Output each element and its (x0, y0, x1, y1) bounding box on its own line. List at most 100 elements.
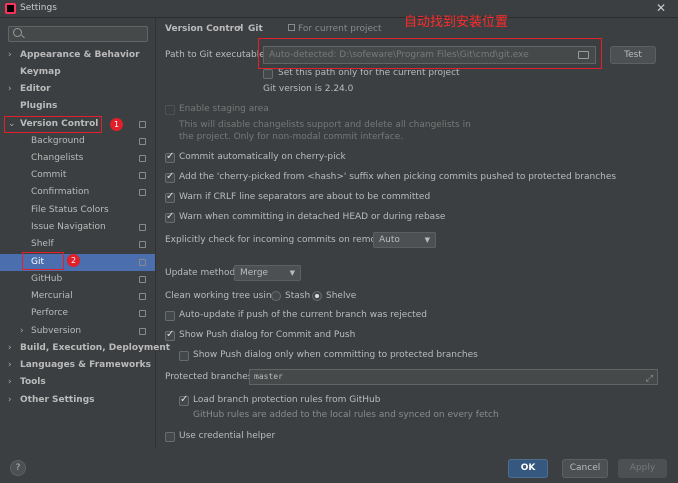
sidebar-item-confirmation[interactable]: Confirmation (0, 184, 155, 201)
sidebar-item-label: Confirmation (31, 187, 90, 197)
breadcrumb-separator: › (238, 23, 242, 33)
show-push-protected-label: Show Push dialog only when committing to… (193, 350, 478, 360)
sidebar-item-subversion[interactable]: › Subversion (0, 323, 155, 340)
expand-icon[interactable]: ⤢ (646, 372, 653, 386)
sidebar-item-label: Plugins (20, 101, 58, 111)
help-button[interactable]: ? (10, 460, 26, 476)
sidebar-item-label: Issue Navigation (31, 222, 106, 232)
stash-radio[interactable] (271, 291, 281, 301)
project-scope-icon (139, 310, 146, 317)
commit-cherry-pick-label: Commit automatically on cherry-pick (179, 152, 346, 162)
settings-search-input[interactable] (8, 26, 148, 42)
sidebar-item-other-settings[interactable]: › Other Settings (0, 392, 155, 409)
load-protection-label: Load branch protection rules from GitHub (193, 395, 381, 405)
path-label: Path to Git executable: (165, 50, 268, 60)
sidebar-item-label: Other Settings (20, 395, 95, 405)
commit-cherry-pick-checkbox[interactable] (165, 151, 175, 163)
chevron-right-icon: › (20, 326, 24, 336)
sidebar-item-plugins[interactable]: Plugins (0, 98, 155, 115)
sidebar-item-label: GitHub (31, 274, 63, 284)
sidebar-item-label: Editor (20, 84, 51, 94)
sidebar-item-file-status-colors[interactable]: File Status Colors (0, 202, 155, 219)
shelve-label: Shelve (326, 291, 357, 301)
cherry-suffix-label: Add the 'cherry-picked from <hash>' suff… (179, 172, 617, 182)
breadcrumb-git: Git (248, 24, 263, 34)
incoming-commits-value: Auto (379, 235, 400, 245)
annotation-badge-1: 1 (110, 118, 123, 131)
show-push-checkbox[interactable] (165, 329, 175, 341)
project-scope-icon (288, 24, 295, 31)
shelve-radio[interactable] (312, 291, 322, 301)
project-scope-icon (139, 241, 146, 248)
staging-desc-line2: the project. Only for non-modal commit i… (179, 132, 404, 142)
annotation-box-path (258, 38, 602, 69)
breadcrumb-version-control[interactable]: Version Control (165, 24, 243, 34)
credential-helper-checkbox[interactable] (165, 432, 175, 442)
project-scope-icon (139, 259, 146, 266)
chevron-right-icon: › (8, 343, 12, 353)
update-method-select[interactable]: Merge ▼ (234, 265, 301, 281)
set-path-only-checkbox[interactable] (263, 69, 273, 79)
sidebar-item-languages[interactable]: › Languages & Frameworks (0, 357, 155, 374)
sidebar-item-label: Changelists (31, 153, 84, 163)
incoming-commits-select[interactable]: Auto ▼ (373, 232, 436, 248)
scope-label: For current project (298, 24, 382, 34)
github-rules-desc: GitHub rules are added to the local rule… (193, 410, 499, 420)
project-scope-icon (139, 172, 146, 179)
protected-branches-label: Protected branches: (165, 372, 256, 382)
test-button[interactable]: Test (610, 46, 656, 64)
settings-sidebar: › Appearance & Behavior Keymap › Editor … (0, 18, 170, 448)
sidebar-item-appearance[interactable]: › Appearance & Behavior (0, 47, 155, 64)
auto-update-checkbox[interactable] (165, 311, 175, 321)
project-scope-icon (139, 276, 146, 283)
close-icon[interactable]: ✕ (656, 1, 666, 15)
sidebar-item-editor[interactable]: › Editor (0, 81, 155, 98)
annotation-box-git (22, 252, 64, 270)
apply-button[interactable]: Apply (618, 459, 667, 478)
sidebar-item-shelf[interactable]: Shelf (0, 236, 155, 253)
sidebar-item-label: Languages & Frameworks (20, 360, 152, 370)
staging-area-checkbox[interactable] (165, 105, 175, 115)
project-scope-icon (139, 189, 146, 196)
annotation-badge-2: 2 (67, 254, 80, 267)
sidebar-item-perforce[interactable]: Perforce (0, 305, 155, 322)
set-path-only-label: Set this path only for the current proje… (278, 68, 460, 78)
dropdown-arrow-icon: ▼ (289, 269, 295, 277)
protected-branches-input[interactable]: master ⤢ (249, 369, 658, 385)
sidebar-item-label: Build, Execution, Deployment (20, 343, 171, 353)
chevron-right-icon: › (8, 50, 12, 60)
cancel-button[interactable]: Cancel (562, 459, 608, 478)
show-push-label: Show Push dialog for Commit and Push (179, 330, 356, 340)
sidebar-item-label: Subversion (31, 326, 82, 336)
sidebar-item-mercurial[interactable]: Mercurial (0, 288, 155, 305)
sidebar-item-background[interactable]: Background (0, 133, 155, 150)
sidebar-item-label: Mercurial (31, 291, 73, 301)
credential-helper-label: Use credential helper (179, 431, 276, 441)
sidebar-item-label: File Status Colors (31, 205, 109, 215)
sidebar-item-issue-navigation[interactable]: Issue Navigation (0, 219, 155, 236)
sidebar-item-tools[interactable]: › Tools (0, 374, 155, 391)
auto-update-label: Auto-update if push of the current branc… (179, 310, 427, 320)
chevron-right-icon: › (8, 84, 12, 94)
warn-detached-label: Warn when committing in detached HEAD or… (179, 212, 446, 222)
ok-button[interactable]: OK (508, 459, 548, 478)
sidebar-item-build[interactable]: › Build, Execution, Deployment (0, 340, 170, 357)
project-scope-icon (139, 293, 146, 300)
warn-detached-checkbox[interactable] (165, 211, 175, 223)
sidebar-item-label: Commit (31, 170, 67, 180)
cherry-suffix-checkbox[interactable] (165, 171, 175, 183)
sidebar-item-commit[interactable]: Commit (0, 167, 155, 184)
sidebar-item-github[interactable]: GitHub (0, 271, 155, 288)
sidebar-item-changelists[interactable]: Changelists (0, 150, 155, 167)
sidebar-item-keymap[interactable]: Keymap (0, 64, 155, 81)
project-scope-icon (139, 155, 146, 162)
annotation-text: 自动找到安装位置 (404, 15, 509, 30)
show-push-protected-checkbox[interactable] (179, 351, 189, 361)
sidebar-item-label: Keymap (20, 67, 61, 77)
staging-desc-line1: This will disable changelists support an… (179, 120, 471, 130)
warn-crlf-checkbox[interactable] (165, 191, 175, 203)
staging-area-label: Enable staging area (179, 104, 269, 114)
sidebar-item-label: Background (31, 136, 85, 146)
load-protection-checkbox[interactable] (179, 394, 189, 406)
project-scope-icon (139, 328, 146, 335)
